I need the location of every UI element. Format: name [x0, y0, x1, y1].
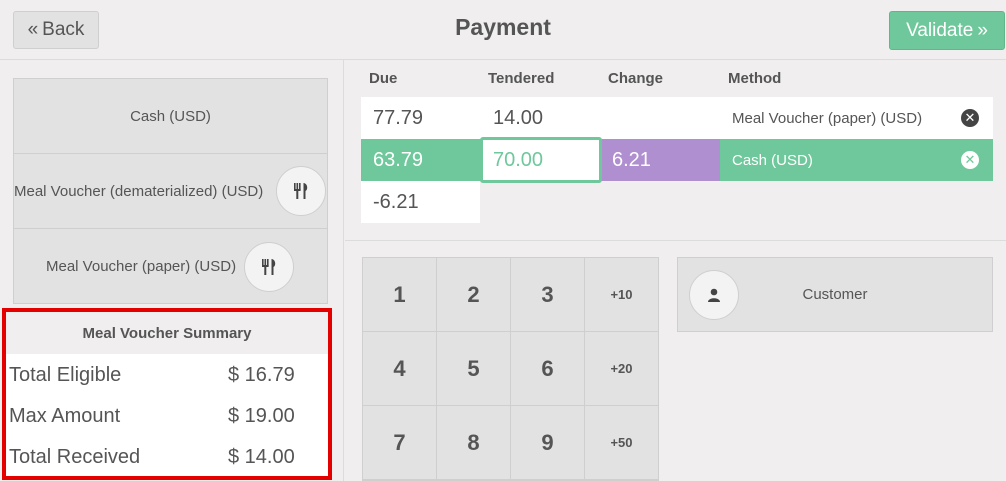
payment-methods-column: Cash (USD) Meal Voucher (dematerialized)… [0, 60, 344, 481]
numpad-key-plus-20[interactable]: +20 [585, 332, 658, 406]
payment-line[interactable]: 77.79 14.00 Meal Voucher (paper) (USD) ✕ [361, 97, 993, 139]
validate-label: Validate [906, 19, 974, 41]
numpad-key-8[interactable]: 8 [437, 406, 511, 480]
column-header-method: Method [728, 70, 782, 87]
numpad-key-plus-10[interactable]: +10 [585, 258, 658, 332]
fork-knife-icon [244, 242, 294, 292]
delete-line-icon[interactable]: ✕ [961, 109, 979, 127]
payment-method-label: Meal Voucher (paper) (USD) [46, 258, 237, 275]
remaining-due: -6.21 [373, 190, 419, 213]
column-header-tendered: Tendered [488, 70, 555, 87]
customer-button[interactable]: Customer [677, 257, 993, 332]
page-title: Payment [455, 14, 551, 40]
summary-value: $ 14.00 [228, 446, 295, 468]
numpad-key-3[interactable]: 3 [511, 258, 585, 332]
payment-method-cash[interactable]: Cash (USD) [14, 79, 327, 154]
payment-header: « Back Payment Validate » [0, 0, 1006, 60]
summary-value: $ 19.00 [228, 405, 295, 427]
numpad: 1 2 3 +10 4 5 6 +20 7 8 9 +50 [362, 257, 659, 481]
column-header-due: Due [369, 70, 398, 87]
remaining-due-row: -6.21 [361, 181, 480, 223]
line-method: Meal Voucher (paper) (USD) [732, 109, 923, 127]
tendered-input[interactable]: 70.00 [480, 137, 602, 183]
payment-method-label: Cash (USD) [130, 107, 211, 125]
payment-method-label: Meal Voucher (dematerialized) (USD) [14, 182, 264, 200]
summary-row-max-amount: Max Amount $ 19.00 [6, 395, 328, 436]
numpad-key-5[interactable]: 5 [437, 332, 511, 406]
meal-voucher-summary: Meal Voucher Summary Total Eligible $ 16… [2, 308, 332, 480]
fork-knife-icon [276, 166, 326, 216]
payment-method-meal-voucher-paper[interactable]: Meal Voucher (paper) (USD) [14, 229, 327, 304]
double-chevron-right-icon: » [977, 19, 988, 41]
line-change: 6.21 [602, 139, 720, 181]
line-due: 77.79 [373, 106, 424, 129]
summary-value: $ 16.79 [228, 364, 295, 386]
line-method: Cash (USD) [732, 151, 813, 169]
section-divider [345, 240, 1006, 241]
delete-line-icon[interactable]: ✕ [961, 151, 979, 169]
summary-label: Total Eligible [9, 364, 122, 386]
numpad-key-2[interactable]: 2 [437, 258, 511, 332]
validate-button[interactable]: Validate » [889, 11, 1005, 50]
column-header-change: Change [608, 70, 664, 87]
numpad-key-9[interactable]: 9 [511, 406, 585, 480]
numpad-key-1[interactable]: 1 [363, 258, 437, 332]
numpad-key-plus-50[interactable]: +50 [585, 406, 658, 480]
numpad-key-7[interactable]: 7 [363, 406, 437, 480]
line-tendered: 14.00 [493, 106, 544, 129]
summary-title: Meal Voucher Summary [6, 312, 328, 354]
summary-row-total-received: Total Received $ 14.00 [6, 436, 328, 477]
payment-line-selected[interactable]: 63.79 70.00 6.21 Cash (USD) ✕ [361, 137, 993, 183]
payment-method-list: Cash (USD) Meal Voucher (dematerialized)… [13, 78, 328, 304]
summary-row-total-eligible: Total Eligible $ 16.79 [6, 354, 328, 395]
numpad-key-6[interactable]: 6 [511, 332, 585, 406]
numpad-key-4[interactable]: 4 [363, 332, 437, 406]
customer-label: Customer [802, 286, 868, 303]
summary-label: Max Amount [9, 405, 121, 427]
summary-label: Total Received [9, 446, 141, 468]
line-due: 63.79 [373, 148, 424, 171]
payment-method-meal-voucher-dematerialized[interactable]: Meal Voucher (dematerialized) (USD) [14, 154, 327, 229]
